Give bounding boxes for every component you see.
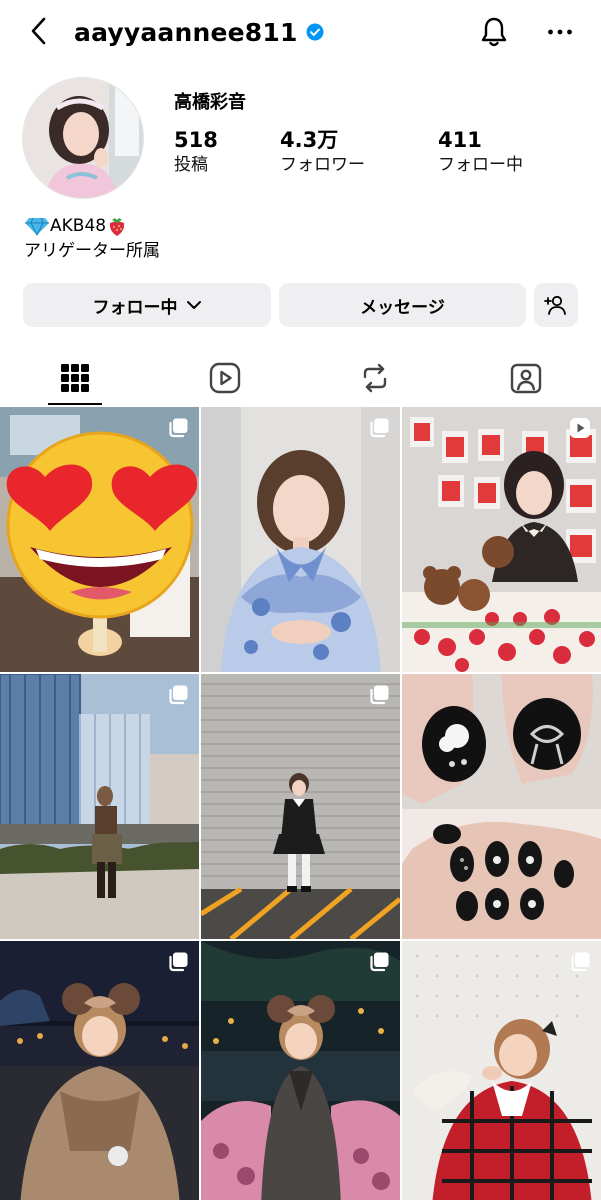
reel-icon	[570, 418, 590, 438]
carousel-icon	[169, 418, 188, 438]
post-image	[402, 674, 601, 939]
followers-count-value: 4.3万	[280, 128, 339, 152]
followers-count[interactable]: 4.3万 フォロワー	[280, 127, 365, 177]
more-options-button[interactable]	[540, 14, 580, 50]
following-count-label: フォロー中	[438, 155, 523, 175]
post-image	[201, 674, 400, 939]
post-image	[0, 674, 199, 939]
posts-count-label: 投稿	[174, 155, 208, 175]
more-horizontal-icon	[548, 29, 572, 35]
verified-badge-icon	[306, 23, 324, 41]
post-3[interactable]	[402, 407, 601, 672]
avatar-image	[23, 78, 143, 198]
back-button[interactable]	[22, 14, 56, 48]
post-image	[201, 941, 400, 1200]
post-image	[402, 407, 601, 672]
posts-grid	[0, 407, 601, 1200]
message-button-label: メッセージ	[360, 297, 445, 318]
followers-count-label: フォロワー	[280, 155, 365, 175]
bio-line-1-text: AKB48	[50, 215, 107, 236]
carousel-icon	[169, 952, 188, 972]
following-button[interactable]: フォロー中	[23, 283, 271, 327]
repost-icon	[363, 363, 387, 393]
post-1[interactable]	[0, 407, 199, 672]
top-bar: aayyaannee811	[0, 0, 601, 64]
posts-count[interactable]: 518 投稿	[174, 127, 218, 177]
username: aayyaannee811	[74, 17, 298, 47]
bio-line-2: アリゲーター所属	[24, 240, 160, 261]
username-header[interactable]: aayyaannee811	[74, 13, 324, 51]
post-image	[402, 941, 601, 1200]
display-name: 高橋彩音	[174, 92, 246, 113]
post-7[interactable]	[0, 941, 199, 1200]
tab-reposts[interactable]	[300, 350, 450, 406]
gem-icon	[25, 217, 49, 236]
tab-reels[interactable]	[150, 350, 300, 406]
following-count-value: 411	[438, 128, 482, 152]
carousel-icon	[169, 685, 188, 705]
chevron-down-icon	[186, 301, 201, 309]
carousel-icon	[370, 952, 389, 972]
strawberry-icon	[109, 217, 125, 236]
post-4[interactable]	[0, 674, 199, 939]
bio-line-1: AKB48	[24, 213, 160, 238]
suggested-users-button[interactable]	[534, 283, 578, 327]
chevron-left-icon	[31, 17, 46, 45]
bell-icon	[481, 17, 507, 47]
grid-icon	[61, 364, 89, 392]
post-image	[201, 407, 400, 672]
posts-count-value: 518	[174, 128, 218, 152]
carousel-icon	[370, 685, 389, 705]
carousel-icon	[571, 952, 590, 972]
carousel-icon	[370, 418, 389, 438]
post-image	[0, 941, 199, 1200]
post-6[interactable]	[402, 674, 601, 939]
message-button[interactable]: メッセージ	[279, 283, 526, 327]
reels-icon	[209, 362, 241, 394]
post-image	[0, 407, 199, 672]
add-user-icon	[544, 295, 566, 315]
following-button-label: フォロー中	[92, 297, 178, 318]
following-count[interactable]: 411 フォロー中	[438, 127, 523, 177]
profile-avatar[interactable]	[22, 77, 144, 199]
post-5[interactable]	[201, 674, 400, 939]
tagged-icon	[510, 363, 542, 394]
tab-grid[interactable]	[0, 350, 150, 406]
notifications-button[interactable]	[476, 14, 512, 50]
post-9[interactable]	[402, 941, 601, 1200]
tab-tagged[interactable]	[451, 350, 601, 406]
post-8[interactable]	[201, 941, 400, 1200]
post-2[interactable]	[201, 407, 400, 672]
profile-tabs	[0, 350, 601, 406]
bio: AKB48 アリゲーター所属	[24, 213, 160, 263]
active-tab-indicator	[48, 403, 102, 405]
